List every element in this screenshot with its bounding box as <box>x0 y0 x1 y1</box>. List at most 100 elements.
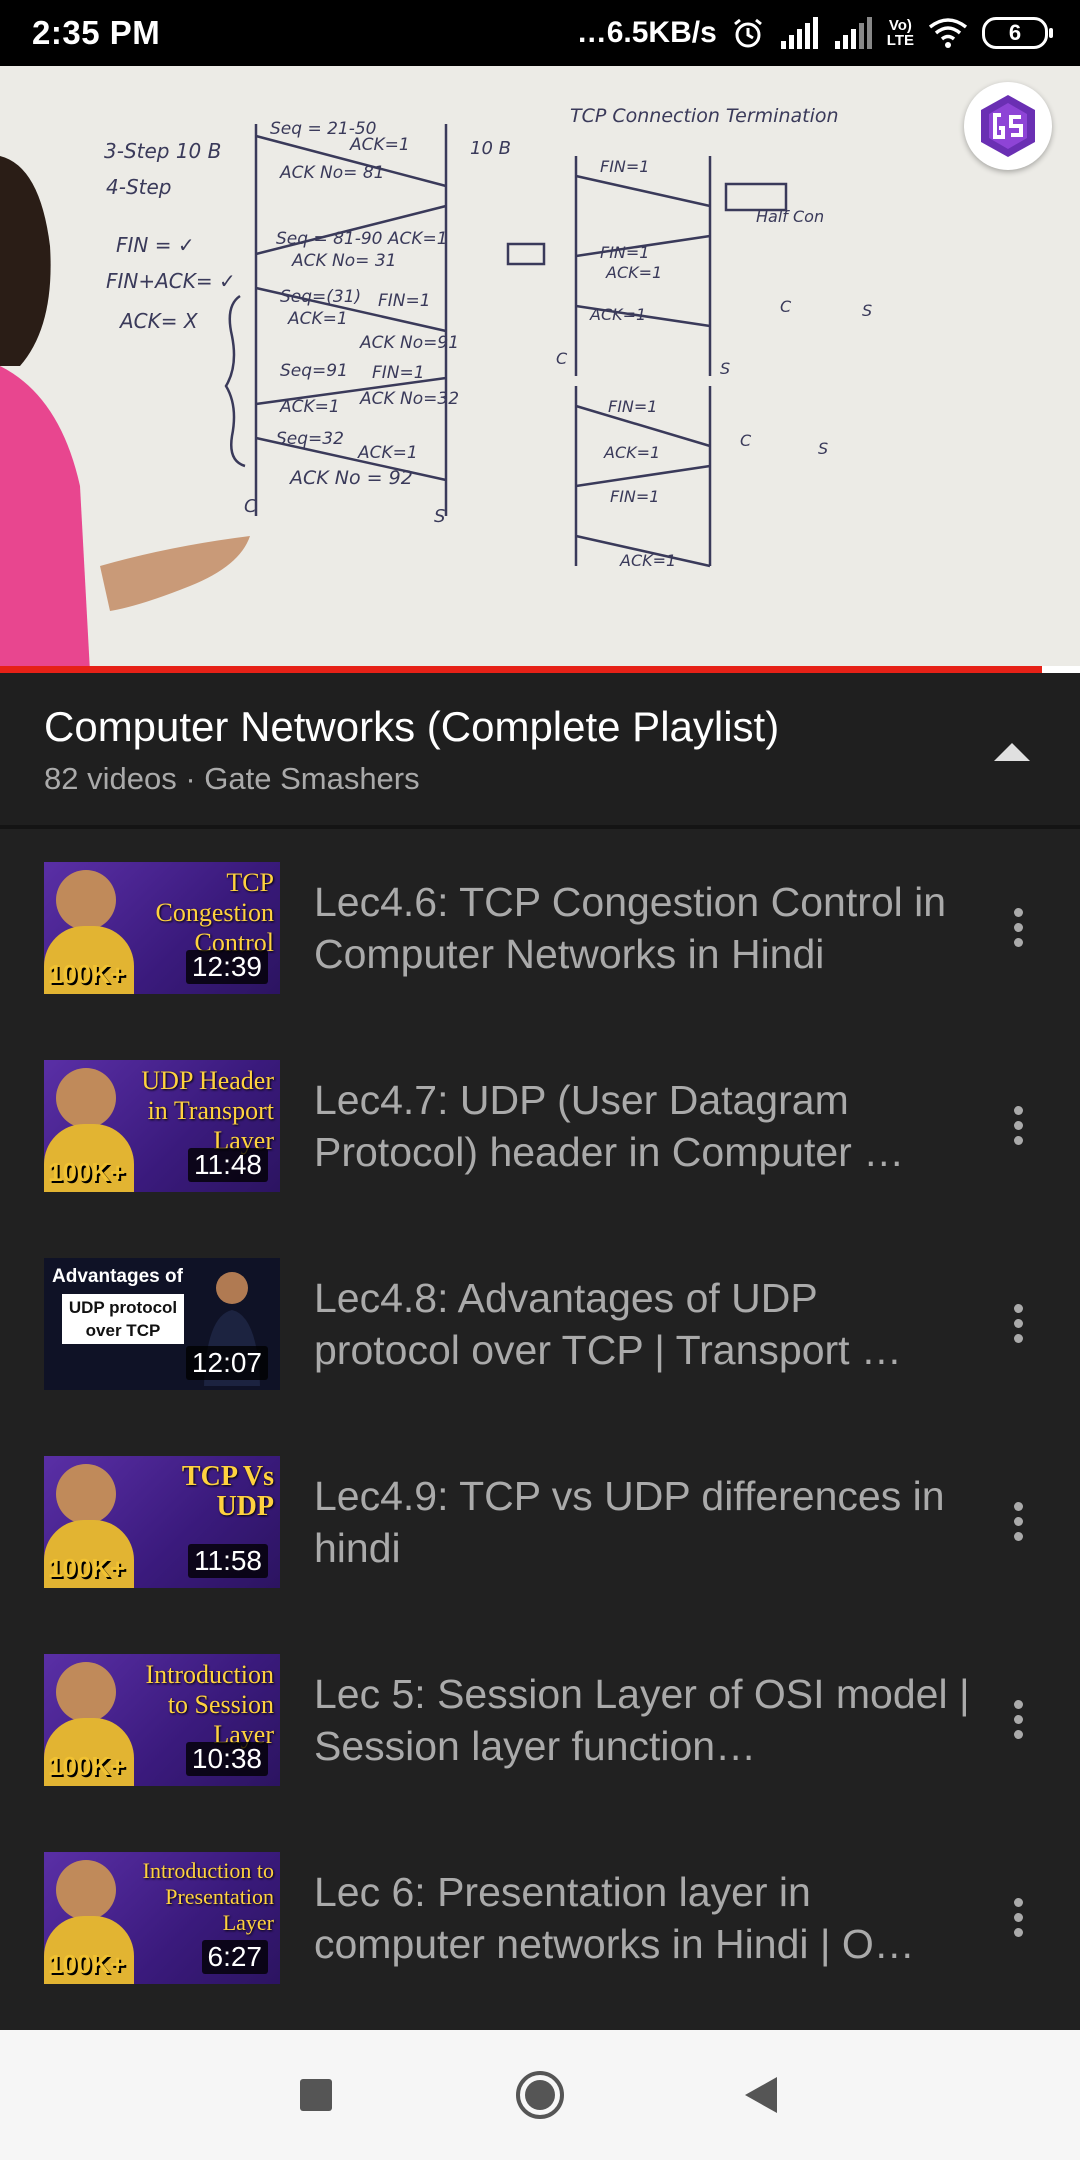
svg-text:FIN = ✓: FIN = ✓ <box>116 233 195 257</box>
more-options-button[interactable] <box>986 1093 1050 1157</box>
more-options-button[interactable] <box>986 1291 1050 1355</box>
svg-text:FIN=1: FIN=1 <box>608 397 657 416</box>
svg-text:4-Step: 4-Step <box>106 175 171 199</box>
presenter-image <box>56 1662 116 1722</box>
svg-text:C: C <box>244 496 257 517</box>
whiteboard-frame: 3-Step 10 B 4-Step FIN = ✓ FIN+ACK= ✓ AC… <box>0 66 1080 672</box>
video-duration: 12:07 <box>185 1346 268 1380</box>
svg-text:S: S <box>720 359 730 378</box>
thumbnail-title: Introduction to Session Layer <box>145 1660 274 1749</box>
video-thumbnail[interactable]: Introduction to Session Layer 100K+ 10:3… <box>44 1654 280 1786</box>
svg-text:S: S <box>818 439 828 458</box>
views-badge: 100K+ <box>48 1553 126 1583</box>
video-duration: 11:48 <box>188 1148 268 1182</box>
svg-text:10 B: 10 B <box>470 138 511 159</box>
svg-text:FIN+ACK= ✓: FIN+ACK= ✓ <box>106 269 236 293</box>
video-thumbnail[interactable]: Introduction to Presentation Layer 100K+… <box>44 1852 280 1984</box>
svg-text:C: C <box>740 431 752 450</box>
presenter-image <box>56 1464 116 1524</box>
svg-text:S: S <box>434 506 445 527</box>
video-thumbnail[interactable]: UDP Header in Transport Layer 100K+ 11:4… <box>44 1060 280 1192</box>
svg-text:C: C <box>556 349 568 368</box>
playlist-title: Computer Networks (Complete Playlist) <box>44 703 780 750</box>
home-button[interactable] <box>509 2064 571 2126</box>
svg-text:3-Step 10 B: 3-Step 10 B <box>104 139 221 163</box>
svg-text:Seq=32: Seq=32 <box>276 429 344 449</box>
svg-text:Half Con: Half Con <box>756 207 824 226</box>
status-bar: 2:35 PM …6.5KB/s Vo) LTE 6 <box>0 0 1080 66</box>
video-title[interactable]: Lec4.9: TCP vs UDP differences in hindi <box>314 1470 974 1574</box>
video-title[interactable]: Lec4.6: TCP Congestion Control in Comput… <box>314 876 974 980</box>
thumbnail-title: TCP Vs UDP <box>181 1461 274 1522</box>
svg-text:ACK= X: ACK= X <box>118 309 199 333</box>
gate-smashers-logo-icon <box>981 95 1035 157</box>
thumbnail-title: TCP Congestion Control <box>155 868 274 957</box>
video-duration: 11:58 <box>188 1544 268 1578</box>
svg-text:ACK=1: ACK=1 <box>605 263 662 282</box>
video-progress-bar[interactable] <box>0 666 1080 673</box>
list-item[interactable]: Introduction to Session Layer 100K+ 10:3… <box>0 1621 1080 1819</box>
more-options-button[interactable] <box>986 1489 1050 1553</box>
system-navigation-bar <box>0 2030 1080 2160</box>
recents-button[interactable] <box>285 2064 347 2126</box>
list-item[interactable]: UDP Header in Transport Layer 100K+ 11:4… <box>0 1027 1080 1225</box>
svg-text:FIN=1: FIN=1 <box>372 363 425 383</box>
more-options-button[interactable] <box>986 895 1050 959</box>
svg-text:FIN=1: FIN=1 <box>610 487 659 506</box>
video-thumbnail[interactable]: TCP Congestion Control 100K+ 12:39 <box>44 862 280 994</box>
svg-text:C: C <box>780 297 792 316</box>
home-circle-icon <box>516 2071 564 2119</box>
video-title[interactable]: Lec 5: Session Layer of OSI model | Sess… <box>314 1668 974 1772</box>
more-options-button[interactable] <box>986 1885 1050 1949</box>
playlist-meta: 82 videos · Gate Smashers <box>44 761 420 796</box>
video-thumbnail[interactable]: TCP Vs UDP 100K+ 11:58 <box>44 1456 280 1588</box>
video-duration: 10:38 <box>185 1742 268 1776</box>
status-icons: …6.5KB/s Vo) LTE 6 <box>576 16 1053 50</box>
svg-text:ACK=1: ACK=1 <box>287 309 348 329</box>
chevron-up-icon <box>994 743 1030 761</box>
svg-text:TCP Connection Termination: TCP Connection Termination <box>570 105 839 127</box>
presenter-image <box>56 1860 116 1920</box>
collapse-playlist-button[interactable] <box>984 727 1040 775</box>
views-badge: 100K+ <box>48 1157 126 1187</box>
video-title[interactable]: Lec 6: Presentation layer in computer ne… <box>314 1866 974 1970</box>
svg-text:ACK No= 81: ACK No= 81 <box>279 163 384 183</box>
video-duration: 12:39 <box>185 950 268 984</box>
presenter-image <box>56 870 116 930</box>
list-item[interactable]: Advantages of UDP protocol over TCP 12:0… <box>0 1225 1080 1423</box>
list-item[interactable]: TCP Vs UDP 100K+ 11:58 Lec4.9: TCP vs UD… <box>0 1423 1080 1621</box>
volte-icon: Vo) LTE <box>886 17 914 49</box>
network-speed: …6.5KB/s <box>576 16 717 49</box>
video-title[interactable]: Lec4.7: UDP (User Datagram Protocol) hea… <box>314 1074 974 1178</box>
video-title[interactable]: Lec4.8: Advantages of UDP protocol over … <box>314 1272 974 1376</box>
svg-text:ACK=1: ACK=1 <box>603 443 660 462</box>
presenter-image <box>56 1068 116 1128</box>
thumbnail-heading: Advantages of <box>52 1266 183 1287</box>
more-options-button[interactable] <box>986 1687 1050 1751</box>
playlist-header[interactable]: Computer Networks (Complete Playlist) 82… <box>0 673 1080 825</box>
signal-icon <box>834 17 872 49</box>
svg-text:Seq=(31): Seq=(31) <box>280 287 361 307</box>
list-item[interactable]: Introduction to Presentation Layer 100K+… <box>0 1819 1080 2017</box>
svg-text:Seq = 81-90 ACK=1: Seq = 81-90 ACK=1 <box>276 229 448 249</box>
views-badge: 100K+ <box>48 959 126 989</box>
svg-text:ACK=1: ACK=1 <box>357 443 418 463</box>
back-triangle-icon <box>745 2077 777 2113</box>
channel-logo[interactable] <box>964 82 1052 170</box>
svg-text:FIN=1: FIN=1 <box>600 157 649 176</box>
svg-text:Seq=91: Seq=91 <box>280 361 348 381</box>
back-button[interactable] <box>730 2064 792 2126</box>
list-item[interactable]: TCP Congestion Control 100K+ 12:39 Lec4.… <box>0 829 1080 1027</box>
svg-text:ACK=1: ACK=1 <box>349 135 410 155</box>
svg-text:FIN=1: FIN=1 <box>600 243 649 262</box>
thumbnail-title: UDP protocol over TCP <box>62 1294 184 1344</box>
svg-text:FIN=1: FIN=1 <box>378 291 431 311</box>
wifi-icon <box>928 18 968 48</box>
alarm-icon <box>733 18 762 48</box>
svg-text:ACK=1: ACK=1 <box>619 551 676 570</box>
svg-text:ACK No=91: ACK No=91 <box>359 333 459 353</box>
signal-icon <box>780 17 818 49</box>
video-thumbnail[interactable]: Advantages of UDP protocol over TCP 12:0… <box>44 1258 280 1390</box>
video-player[interactable]: 3-Step 10 B 4-Step FIN = ✓ FIN+ACK= ✓ AC… <box>0 66 1080 672</box>
svg-text:ACK=1: ACK=1 <box>589 305 646 324</box>
